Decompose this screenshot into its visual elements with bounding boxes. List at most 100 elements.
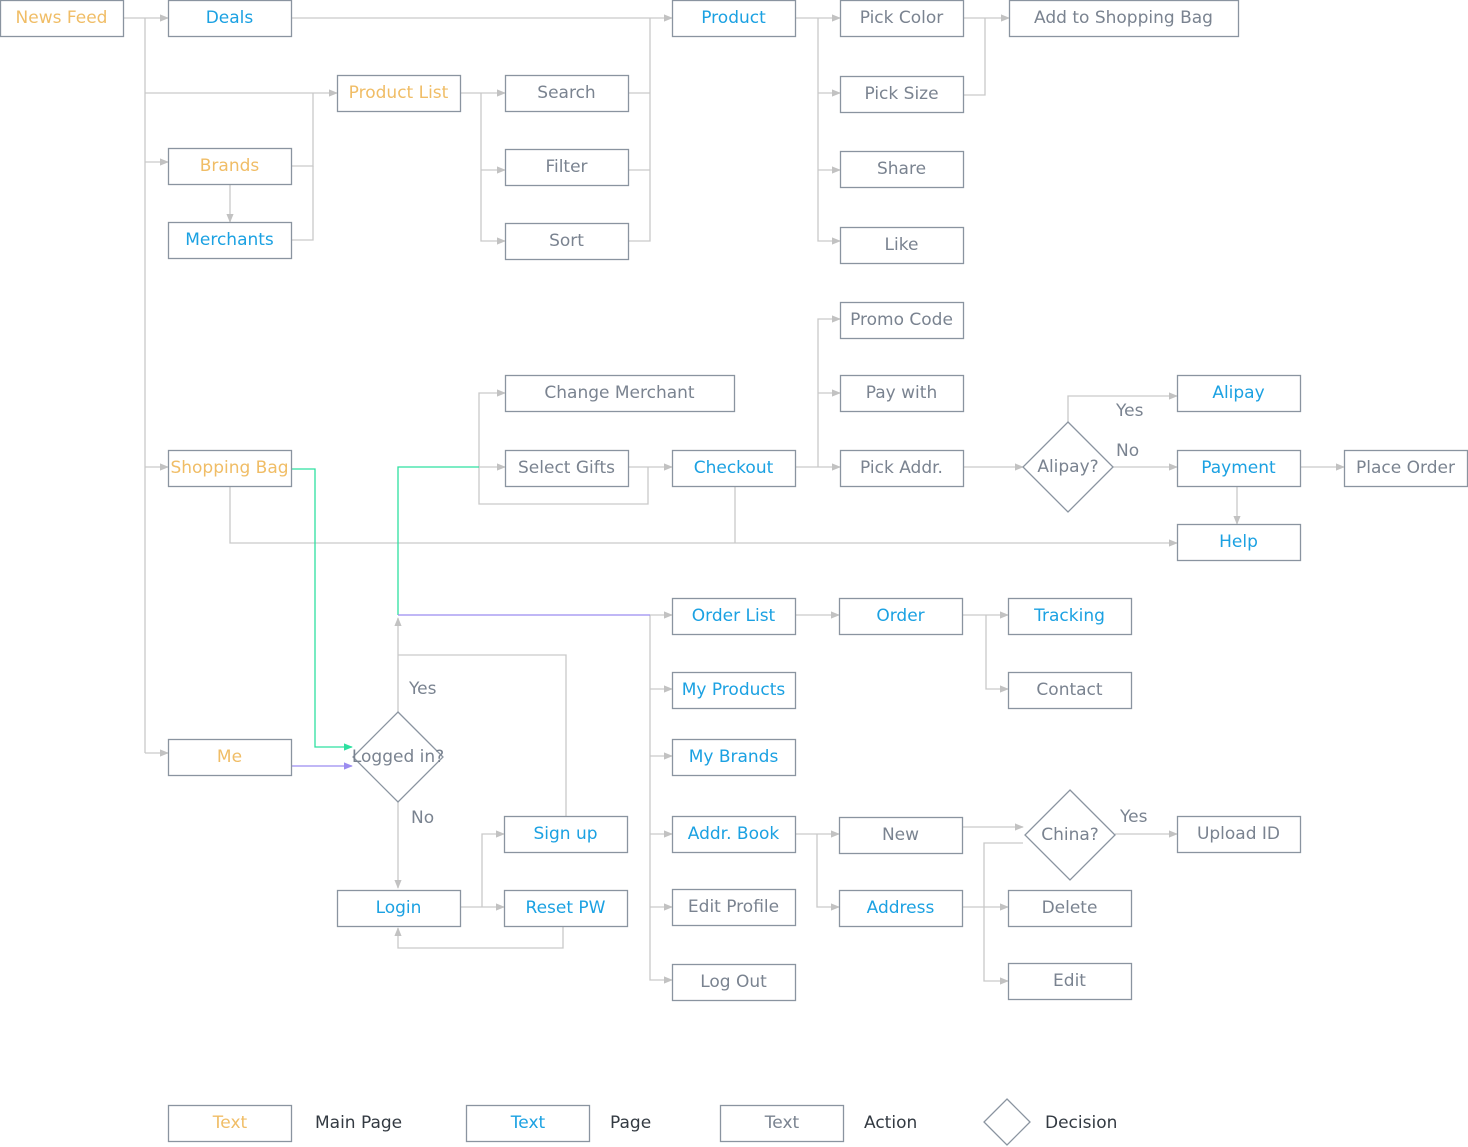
node-log-out[interactable]: Log Out [671, 963, 797, 1002]
node-label: Tracking [1033, 606, 1105, 626]
node-product[interactable]: Product [671, 0, 797, 38]
node-label: Change Merchant [544, 383, 695, 403]
legend-item-page: Text Page [465, 1104, 651, 1143]
edge-label-alipay-no: No [1116, 441, 1139, 461]
legend: Text Main Page Text Page Text Action Decision [167, 1098, 1117, 1146]
node-label: Logged in? [352, 747, 444, 767]
connector [963, 18, 986, 96]
node-order[interactable]: Order [838, 597, 964, 636]
node-place-order[interactable]: Place Order [1343, 449, 1468, 488]
node-label: Promo Code [850, 310, 953, 330]
node-label: Contact [1036, 680, 1102, 700]
legend-label: Page [610, 1113, 651, 1133]
node-label: Addr. Book [688, 824, 780, 844]
node-label: New [882, 825, 919, 845]
node-label: Payment [1201, 458, 1276, 478]
node-label: Place Order [1356, 458, 1455, 478]
node-sort[interactable]: Sort [504, 222, 630, 261]
site-flowchart: News Feed Deals Product Pick Color Add to Sh… [0, 0, 1468, 1146]
node-my-products[interactable]: My Products [671, 671, 797, 710]
node-login[interactable]: Login [336, 889, 462, 928]
node-share[interactable]: Share [839, 150, 965, 189]
node-label: Reset PW [526, 898, 606, 918]
node-change-merchant[interactable]: Change Merchant [504, 374, 736, 413]
node-label: China? [1041, 825, 1099, 845]
node-order-list[interactable]: Order List [671, 597, 797, 636]
node-checkout[interactable]: Checkout [671, 449, 797, 488]
node-edit[interactable]: Edit [1007, 962, 1133, 1001]
legend-label: Main Page [315, 1113, 402, 1133]
legend-item-decision: Decision [983, 1098, 1117, 1146]
node-product-list[interactable]: Product List [336, 74, 462, 113]
node-label: My Products [682, 680, 786, 700]
connector [480, 93, 506, 245]
node-label: Alipay? [1037, 457, 1098, 477]
node-reset-pw[interactable]: Reset PW [503, 889, 629, 928]
node-pick-color[interactable]: Pick Color [839, 0, 965, 38]
node-add-to-shopping-bag[interactable]: Add to Shopping Bag [1008, 0, 1240, 38]
node-news-feed[interactable]: News Feed [0, 0, 125, 38]
highlighted-connector [397, 466, 479, 615]
node-tracking[interactable]: Tracking [1007, 597, 1133, 636]
edge-label-logged-in-no: No [411, 808, 434, 828]
node-logged-in-decision[interactable]: Logged in? [352, 711, 444, 803]
node-label: Order List [692, 606, 776, 626]
node-select-gifts[interactable]: Select Gifts [504, 449, 630, 488]
node-alipay-decision[interactable]: Alipay? [1022, 421, 1114, 513]
node-sign-up[interactable]: Sign up [503, 815, 629, 854]
node-deals[interactable]: Deals [167, 0, 293, 38]
connector [649, 615, 673, 984]
connector [481, 830, 505, 907]
node-china-decision[interactable]: China? [1024, 789, 1116, 881]
node-label: Pick Addr. [860, 458, 943, 478]
node-filter[interactable]: Filter [504, 148, 630, 187]
connector [817, 18, 841, 245]
node-delete[interactable]: Delete [1007, 889, 1133, 928]
highlighted-connector [291, 468, 353, 751]
node-new[interactable]: New [838, 816, 964, 855]
node-promo-code[interactable]: Promo Code [839, 301, 965, 340]
legend-label: Decision [1045, 1113, 1117, 1133]
node-label: Pay with [866, 383, 937, 403]
node-like[interactable]: Like [839, 226, 965, 265]
node-label: Sign up [533, 824, 597, 844]
node-edit-profile[interactable]: Edit Profile [671, 888, 797, 927]
node-help[interactable]: Help [1176, 523, 1302, 562]
node-label: Product List [349, 83, 449, 103]
node-label: Order [876, 606, 924, 626]
legend-sample: Text [764, 1113, 800, 1133]
node-label: Shopping Bag [170, 458, 288, 478]
connector [628, 18, 651, 242]
node-label: Product [701, 8, 766, 28]
node-label: Share [877, 159, 926, 179]
node-payment[interactable]: Payment [1176, 449, 1302, 488]
node-shopping-bag[interactable]: Shopping Bag [167, 449, 293, 488]
connector [985, 615, 1009, 693]
node-label: Edit Profile [688, 897, 779, 917]
connector [291, 166, 314, 241]
node-label: Search [537, 83, 595, 103]
node-label: Pick Size [864, 84, 938, 104]
node-address[interactable]: Address [838, 889, 964, 928]
edge-label-china-yes: Yes [1119, 807, 1148, 827]
legend-diamond [983, 1098, 1031, 1146]
node-merchants[interactable]: Merchants [167, 221, 293, 260]
node-upload-id[interactable]: Upload ID [1176, 815, 1302, 854]
node-pick-size[interactable]: Pick Size [839, 75, 965, 114]
legend-sample: Text [510, 1113, 546, 1133]
node-brands[interactable]: Brands [167, 147, 293, 186]
legend-label: Action [864, 1113, 917, 1133]
node-label: News Feed [16, 8, 108, 28]
node-pay-with[interactable]: Pay with [839, 374, 965, 413]
node-me[interactable]: Me [167, 738, 293, 777]
node-search[interactable]: Search [504, 74, 630, 113]
node-contact[interactable]: Contact [1007, 671, 1133, 710]
edge-label-alipay-yes: Yes [1115, 401, 1144, 421]
node-my-brands[interactable]: My Brands [671, 738, 797, 777]
node-addr-book[interactable]: Addr. Book [671, 815, 797, 854]
node-pick-addr[interactable]: Pick Addr. [839, 449, 965, 488]
node-label: Help [1219, 532, 1258, 552]
node-alipay[interactable]: Alipay [1176, 374, 1302, 413]
node-label: Address [867, 898, 935, 918]
node-label: Edit [1053, 971, 1086, 991]
